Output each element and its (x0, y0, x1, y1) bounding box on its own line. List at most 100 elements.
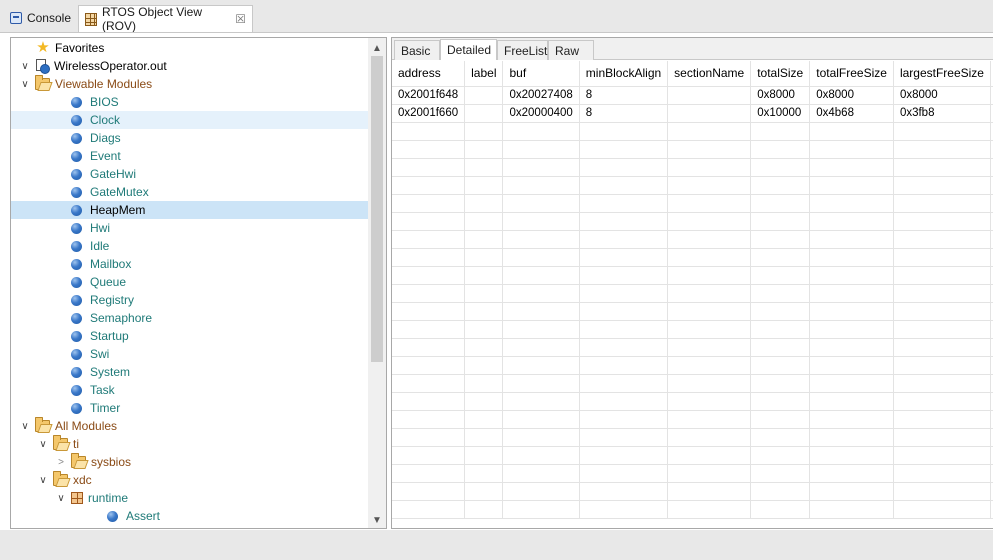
tree-item[interactable]: ∨ All Modules (11, 417, 368, 435)
scroll-down-icon[interactable]: ▼ (368, 512, 386, 528)
empty-row (392, 482, 993, 501)
module-icon (71, 132, 82, 144)
module-icon (71, 366, 82, 378)
table-cell (464, 320, 504, 339)
column-header[interactable]: buf (502, 61, 580, 87)
table-icon (85, 12, 97, 26)
tab-detailed[interactable]: Detailed (440, 39, 497, 60)
column-header[interactable]: largestFreeSize (893, 61, 991, 87)
module-icon (71, 402, 82, 414)
table-cell: 0x2001f660 (392, 104, 466, 123)
tree-item[interactable]: Event (11, 147, 368, 165)
tree-item[interactable]: ∨ Viewable Modules (11, 75, 368, 93)
table-cell (579, 158, 669, 177)
tree-item[interactable]: Clock (11, 111, 368, 129)
tree-item-label: GateMutex (90, 185, 149, 199)
table-cell (750, 500, 811, 519)
tree-item[interactable]: > sysbios (11, 453, 368, 471)
empty-row (392, 392, 993, 411)
column-header[interactable]: totalSize (750, 61, 811, 87)
close-icon[interactable]: ☒ (235, 12, 246, 26)
tree-item[interactable]: System (11, 363, 368, 381)
table-row[interactable]: 0x2001f648 0x20027408 8 0x8000 0x8000 0x8000 (392, 86, 993, 105)
chevron-down-icon[interactable]: ∨ (19, 60, 31, 72)
tree-item[interactable]: ∨ runtime (11, 489, 368, 507)
chevron-down-icon[interactable]: ∨ (37, 438, 49, 450)
tree-item[interactable]: ∨ ti (11, 435, 368, 453)
table-cell (750, 428, 811, 447)
table-cell (464, 194, 504, 213)
tree-item[interactable]: Hwi (11, 219, 368, 237)
table-cell (579, 212, 669, 231)
table-cell (809, 410, 894, 429)
tree-item[interactable]: Registry (11, 291, 368, 309)
chevron-down-icon[interactable]: ∨ (19, 420, 31, 432)
chevron-down-icon[interactable]: ∨ (19, 78, 31, 90)
tab-basic[interactable]: Basic (394, 40, 440, 60)
table-row[interactable]: 0x2001f660 0x20000400 8 0x10000 0x4b68 0x3fb8 (392, 104, 993, 123)
table-cell: 0x2001f648 (392, 86, 466, 105)
tab-freelist[interactable]: FreeList (497, 40, 548, 60)
tree-scrollbar[interactable]: ▲ ▼ (368, 38, 386, 528)
table-cell (392, 338, 466, 357)
column-header[interactable]: sectionName (667, 61, 752, 87)
tree-item[interactable]: Diags (11, 129, 368, 147)
table-cell (464, 266, 504, 285)
empty-row (392, 230, 993, 249)
table-cell (392, 194, 466, 213)
empty-row (392, 212, 993, 231)
table-cell (667, 266, 752, 285)
tab-rov[interactable]: RTOS Object View (ROV) ☒ (78, 5, 253, 33)
module-icon (71, 222, 82, 234)
tree-item[interactable]: GateMutex (11, 183, 368, 201)
tab-raw[interactable]: Raw (548, 40, 594, 60)
tree-item[interactable]: HeapMem (11, 201, 368, 219)
tree-item[interactable]: GateHwi (11, 165, 368, 183)
column-header[interactable]: address (392, 61, 466, 87)
tree-item[interactable]: ★ Favorites (11, 39, 368, 57)
detail-pane: Basic Detailed FreeList Raw address label buf… (391, 37, 993, 529)
console-icon (10, 12, 22, 24)
scroll-up-icon[interactable]: ▲ (368, 40, 386, 56)
table-cell (667, 464, 752, 483)
table-cell (464, 392, 504, 411)
table-cell (579, 176, 669, 195)
module-icon (71, 384, 82, 396)
chevron-down-icon[interactable]: ∨ (37, 474, 49, 486)
table-cell (893, 428, 991, 447)
module-icon (71, 150, 82, 162)
tree-item-label: Clock (90, 113, 121, 127)
table-cell (464, 104, 504, 123)
tree-item[interactable]: Mailbox (11, 255, 368, 273)
tree-item[interactable]: Timer (11, 399, 368, 417)
chevron-down-icon[interactable]: ∨ (55, 492, 67, 504)
table-cell (750, 248, 811, 267)
empty-row (392, 158, 993, 177)
tree-item[interactable]: Semaphore (11, 309, 368, 327)
tree-item-label: Swi (90, 347, 110, 361)
tree-item[interactable]: Assert (11, 507, 368, 525)
column-header[interactable]: minBlockAlign (579, 61, 669, 87)
tree-item[interactable]: Swi (11, 345, 368, 363)
column-header[interactable]: totalFreeSize (809, 61, 894, 87)
empty-row (392, 140, 993, 159)
chevron-right-icon[interactable]: > (55, 456, 67, 468)
table-cell (502, 356, 580, 375)
tree-item[interactable]: Startup (11, 327, 368, 345)
table-cell (809, 176, 894, 195)
table-cell (667, 392, 752, 411)
table-cell (750, 158, 811, 177)
tree-item[interactable]: Task (11, 381, 368, 399)
scroll-thumb[interactable] (371, 56, 383, 362)
tree-item[interactable]: Queue (11, 273, 368, 291)
tree-item-label: Task (90, 383, 115, 397)
column-header[interactable]: label (464, 61, 504, 87)
tree-item-label: ti (73, 437, 79, 451)
tree-item[interactable]: ∨ WirelessOperator.out (11, 57, 368, 75)
tree-item[interactable]: Idle (11, 237, 368, 255)
tree-item[interactable]: ∨ xdc (11, 471, 368, 489)
tab-console[interactable]: Console (4, 6, 77, 30)
empty-row (392, 428, 993, 447)
tree-item[interactable]: BIOS (11, 93, 368, 111)
